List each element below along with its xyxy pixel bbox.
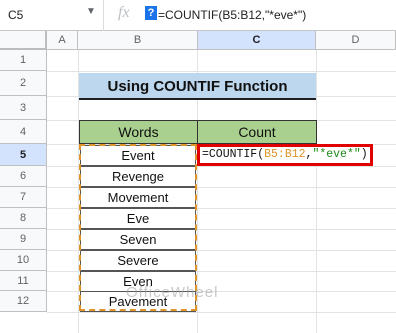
row-header-6[interactable]: 6 [0,166,47,187]
fx-icon: fx [118,4,130,21]
header-words[interactable]: Words [79,120,198,144]
row-header-2[interactable]: 2 [0,71,47,96]
row-header-12[interactable]: 12 [0,291,47,312]
row-header-4[interactable]: 4 [0,120,47,144]
column-header-b[interactable]: B [78,31,198,50]
formula-prefix: =COUNTIF( [202,148,265,161]
row-header-10[interactable]: 10 [0,250,47,271]
row-header-11[interactable]: 11 [0,271,47,291]
header-count[interactable]: Count [197,120,317,144]
row-header-1[interactable]: 1 [0,50,47,71]
row-header-7[interactable]: 7 [0,187,47,208]
help-icon[interactable]: ? [145,6,157,20]
column-header-a[interactable]: A [47,31,78,50]
sheet-title[interactable]: Using COUNTIF Function [79,73,316,100]
formula-criteria: "*eve*" [312,148,361,161]
chevron-down-icon[interactable]: ▼ [86,6,96,17]
row-header-8[interactable]: 8 [0,208,47,229]
formula-suffix: ) [360,148,368,161]
grid-line [47,312,396,313]
formula-range: B5:B12 [264,148,306,161]
row-header-5[interactable]: 5 [0,144,47,166]
select-all-corner[interactable] [0,31,47,50]
name-box-value: C5 [8,8,24,22]
column-header-c[interactable]: C [198,31,316,50]
column-header-d[interactable]: D [316,31,396,50]
row-header-3[interactable]: 3 [0,96,47,120]
formula-input[interactable]: =COUNTIF(B5:B12,"*eve*") [158,8,306,22]
row-header-9[interactable]: 9 [0,229,47,250]
active-cell-c5[interactable]: =COUNTIF(B5:B12,"*eve*") [197,144,373,166]
grid-line [47,71,396,72]
watermark-logo: OfficeWheel [126,284,219,301]
